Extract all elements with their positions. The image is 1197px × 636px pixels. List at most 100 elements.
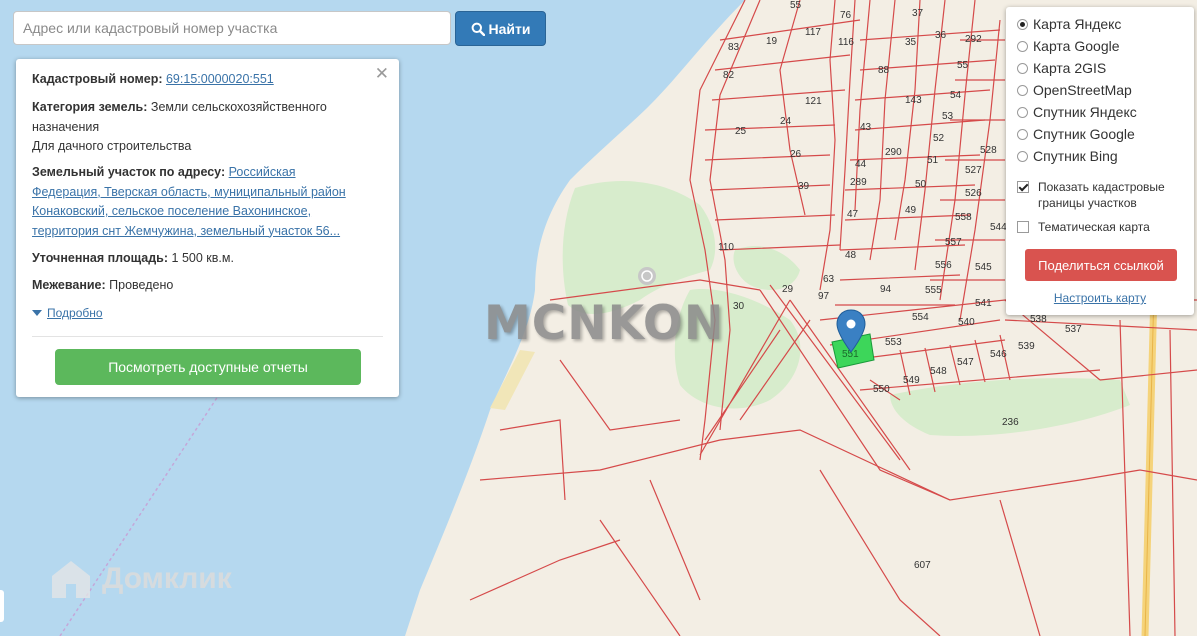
- parcel-number-label: 29: [782, 284, 794, 295]
- map-option-5[interactable]: Спутник Google: [1017, 126, 1135, 142]
- checkbox-checked-icon: [1017, 181, 1029, 193]
- parcel-number-label: 546: [990, 349, 1007, 360]
- parcel-number-label: 82: [723, 70, 735, 81]
- map-option-label: Спутник Bing: [1033, 148, 1118, 164]
- parcel-number-label: 289: [850, 177, 867, 188]
- parcel-info-panel: ✕ Кадастровый номер: 69:15:0000020:551 К…: [16, 59, 399, 397]
- parcel-number-label: 540: [958, 317, 975, 328]
- address-label: Земельный участок по адресу:: [32, 165, 226, 179]
- parcel-number-label: 116: [838, 37, 854, 48]
- radio-icon: [1017, 150, 1028, 162]
- parcel-number-label: 26: [790, 149, 802, 160]
- category-value-1: Земли сельскохозяйственного: [150, 100, 327, 114]
- parcel-number-label: 554: [912, 312, 929, 323]
- survey-value: Проведено: [109, 278, 174, 292]
- address-link-1[interactable]: Российская: [229, 165, 296, 179]
- parcel-number-label: 528: [980, 145, 997, 156]
- parcel-number-label: 121: [805, 96, 822, 107]
- search-button-label: Найти: [488, 20, 531, 37]
- map-option-label: Спутник Яндекс: [1033, 104, 1137, 120]
- category-value-3: Для дачного строительства: [32, 139, 192, 153]
- address-link-4[interactable]: территория снт Жемчужина, земельный учас…: [32, 224, 340, 238]
- parcel-number-label: 117: [805, 27, 821, 38]
- parcel-number-label: 544: [990, 222, 1007, 233]
- radio-icon: [1017, 84, 1028, 96]
- parcel-number-label: 539: [1018, 341, 1035, 352]
- parcel-number-label: 527: [965, 165, 982, 176]
- parcel-number-label: 547: [957, 357, 974, 368]
- parcel-number-label: 76: [840, 10, 852, 21]
- map-option-label: Карта 2GIS: [1033, 60, 1107, 76]
- radio-icon: [1017, 18, 1028, 30]
- parcel-number-label: 49: [905, 205, 917, 216]
- parcel-number-label: 83: [728, 42, 740, 53]
- details-toggle[interactable]: Подробно: [32, 306, 103, 320]
- cadastral-number-link[interactable]: 69:15:0000020:551: [166, 72, 274, 86]
- map-option-label: Карта Google: [1033, 38, 1120, 54]
- parcel-number-label: 555: [925, 285, 942, 296]
- category-row: Категория земель: Земли сельскохозяйстве…: [32, 98, 372, 157]
- parcel-number-label: 538: [1030, 314, 1047, 325]
- close-icon[interactable]: ✕: [375, 65, 389, 82]
- map-option-2[interactable]: Карта 2GIS: [1017, 60, 1106, 76]
- parcel-number-label: 50: [915, 179, 927, 190]
- parcel-number-label: 290: [885, 147, 902, 158]
- parcel-number-label: 110: [718, 242, 734, 253]
- parcel-number-label: 30: [733, 301, 745, 312]
- parcel-number-label: 607: [914, 560, 931, 571]
- watermark-text: MCNKON: [484, 296, 725, 351]
- view-reports-button[interactable]: Посмотреть доступные отчеты: [55, 349, 361, 385]
- address-row: Земельный участок по адресу: Российская …: [32, 163, 372, 241]
- map-option-3[interactable]: OpenStreetMap: [1017, 82, 1132, 98]
- parcel-number-label: 43: [860, 122, 872, 133]
- map-option-6[interactable]: Спутник Bing: [1017, 148, 1118, 164]
- house-logo-icon: [52, 561, 90, 598]
- address-link-3[interactable]: Конаковский, сельское поселение Вахонинс…: [32, 204, 311, 218]
- parcel-number-label: 36: [935, 30, 947, 41]
- map-layers-panel: Карта Яндекс Карта Google Карта 2GIS OpenSt…: [1006, 7, 1194, 315]
- parcel-number-label: 25: [735, 126, 747, 137]
- area-row: Уточненная площадь: 1 500 кв.м.: [32, 249, 372, 269]
- area-value: 1 500 кв.м.: [171, 251, 234, 265]
- parcel-number-label: 48: [845, 250, 857, 261]
- parcel-number-label: 545: [975, 262, 992, 273]
- map-option-1[interactable]: Карта Google: [1017, 38, 1120, 54]
- radio-icon: [1017, 40, 1028, 52]
- category-value-2: назначения: [32, 119, 100, 134]
- share-link-button[interactable]: Поделиться ссылкой: [1025, 249, 1177, 281]
- parcel-number-label: 44: [855, 159, 867, 170]
- parcel-number-label: 548: [930, 366, 947, 377]
- parcel-number-label: 35: [905, 37, 917, 48]
- place-of-worship-icon[interactable]: [638, 267, 656, 285]
- cadastral-label: Кадастровый номер:: [32, 72, 163, 86]
- map-option-label: Спутник Google: [1033, 126, 1135, 142]
- parcel-number-label: 537: [1065, 324, 1082, 335]
- map-option-0[interactable]: Карта Яндекс: [1017, 16, 1121, 32]
- radio-icon: [1017, 62, 1028, 74]
- parcel-number-label: 541: [975, 298, 992, 309]
- parcel-number-label: 39: [798, 181, 810, 192]
- search-icon: [471, 22, 485, 36]
- thematic-map-label: Тематическая карта: [1038, 220, 1150, 234]
- survey-row: Межевание: Проведено: [32, 276, 372, 296]
- parcel-number-label: 550: [873, 384, 890, 395]
- divider: [32, 336, 383, 337]
- map-option-4[interactable]: Спутник Яндекс: [1017, 104, 1137, 120]
- parcel-number-label: 94: [880, 284, 892, 295]
- area-label: Уточненная площадь:: [32, 251, 169, 265]
- configure-map-link[interactable]: Настроить карту: [1006, 291, 1194, 305]
- parcel-number-label: 557: [945, 237, 962, 248]
- search-input[interactable]: [13, 11, 451, 45]
- show-borders-checkbox[interactable]: Показать кадастровые границы участков: [1017, 179, 1187, 211]
- category-label: Категория земель:: [32, 100, 148, 114]
- map-edge-control[interactable]: [0, 590, 4, 622]
- search-button[interactable]: Найти: [455, 11, 546, 46]
- map-option-label: Карта Яндекс: [1033, 16, 1122, 32]
- map-option-label: OpenStreetMap: [1033, 82, 1132, 98]
- brand-name: Домклик: [102, 562, 232, 595]
- address-link-2[interactable]: Федерация, Тверская область, муниципальн…: [32, 185, 346, 199]
- parcel-number-label: 549: [903, 375, 920, 386]
- parcel-number-label: 51: [927, 155, 939, 166]
- thematic-map-checkbox[interactable]: Тематическая карта: [1017, 219, 1187, 235]
- parcel-number-label: 88: [878, 65, 890, 76]
